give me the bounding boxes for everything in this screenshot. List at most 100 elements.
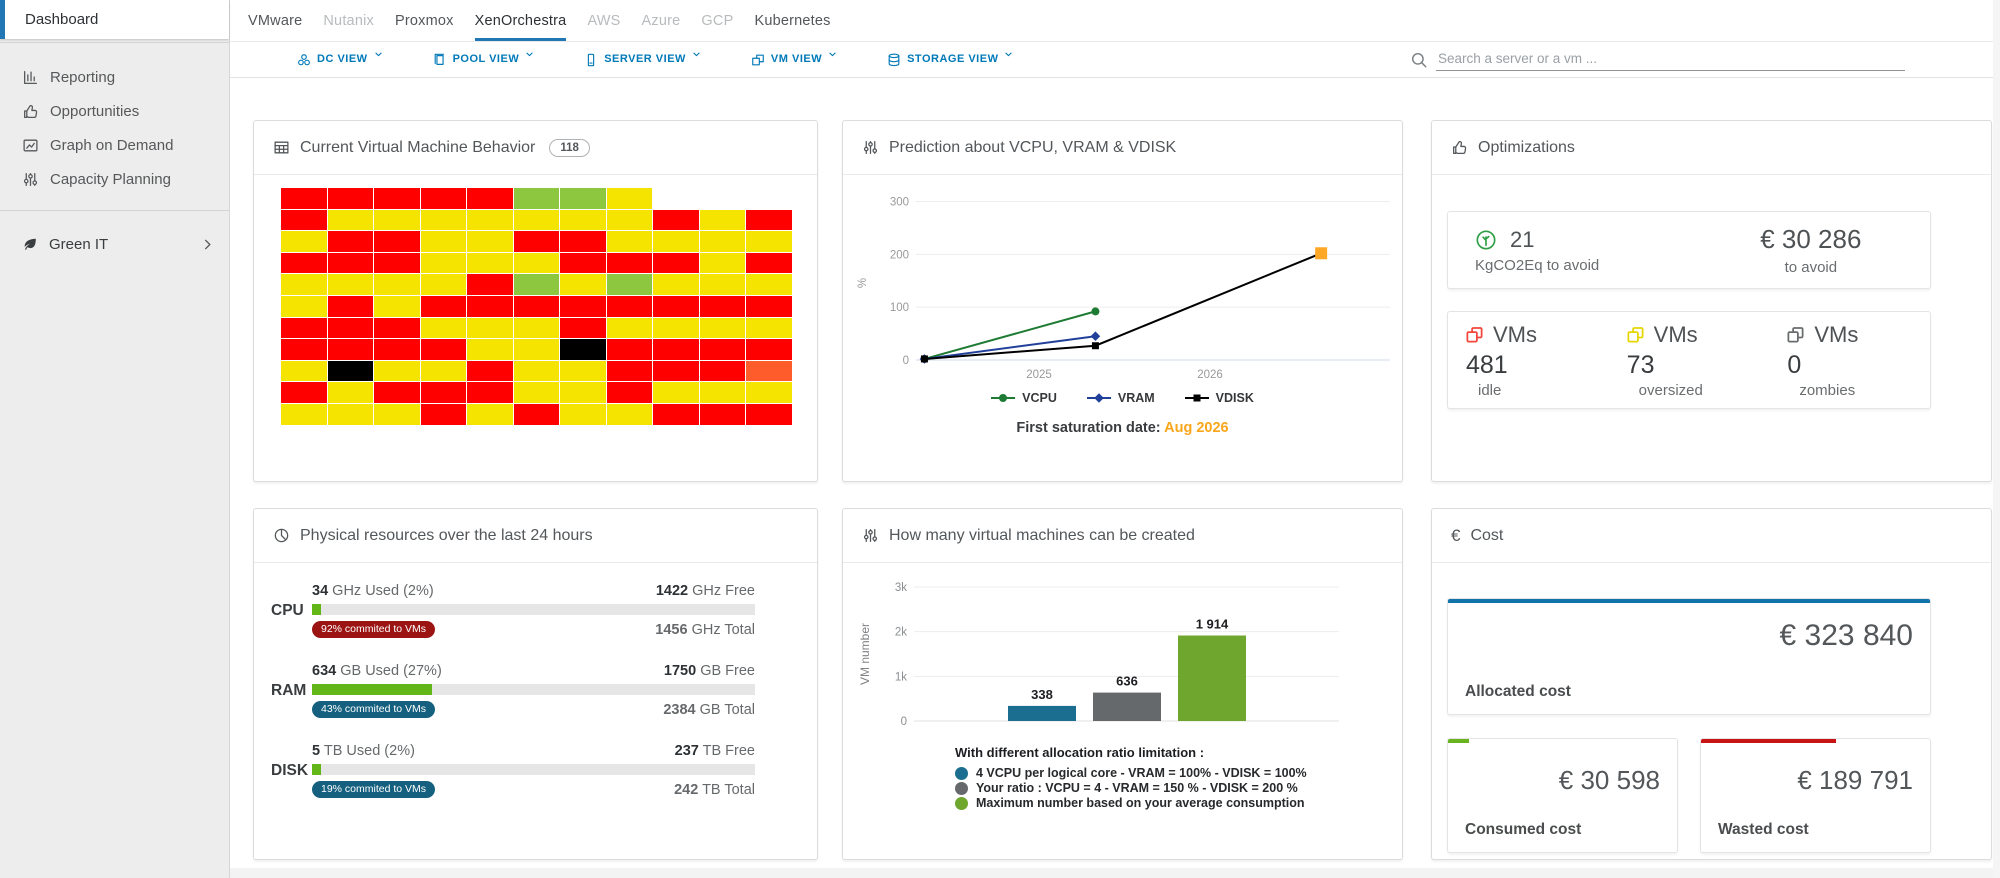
heatmap-cell[interactable] [421, 339, 467, 360]
heatmap-cell[interactable] [700, 361, 746, 382]
heatmap-cell[interactable] [421, 382, 467, 403]
heatmap-cell[interactable] [560, 404, 606, 425]
heatmap-cell[interactable] [514, 382, 560, 403]
heatmap-cell[interactable] [653, 361, 699, 382]
tab-kubernetes[interactable]: Kubernetes [754, 0, 830, 41]
heatmap-cell[interactable] [328, 253, 374, 274]
heatmap-cell[interactable] [653, 231, 699, 252]
heatmap-cell[interactable] [607, 339, 653, 360]
heatmap-cell[interactable] [514, 404, 560, 425]
heatmap-cell[interactable] [514, 318, 560, 339]
heatmap-cell[interactable] [514, 361, 560, 382]
heatmap-cell[interactable] [328, 296, 374, 317]
legend-item-vcpu[interactable]: VCPU [991, 391, 1057, 405]
heatmap-cell[interactable] [653, 318, 699, 339]
heatmap-cell[interactable] [607, 210, 653, 231]
heatmap-cell[interactable] [653, 253, 699, 274]
heatmap-cell[interactable] [421, 274, 467, 295]
tab-proxmox[interactable]: Proxmox [395, 0, 454, 41]
heatmap-cell[interactable] [700, 210, 746, 231]
tab-gcp[interactable]: GCP [701, 0, 733, 41]
search-input[interactable] [1436, 49, 1905, 71]
heatmap-cell[interactable] [328, 231, 374, 252]
heatmap-cell[interactable] [560, 210, 606, 231]
legend-item-vdisk[interactable]: VDISK [1185, 391, 1254, 405]
sidebar-item-reporting[interactable]: Reporting [0, 60, 229, 94]
heatmap-cell[interactable] [281, 274, 327, 295]
heatmap-cell[interactable] [281, 231, 327, 252]
heatmap-cell[interactable] [653, 274, 699, 295]
heatmap-cell[interactable] [467, 339, 513, 360]
heatmap-cell[interactable] [467, 210, 513, 231]
heatmap-cell[interactable] [328, 382, 374, 403]
heatmap-cell[interactable] [374, 253, 420, 274]
heatmap-cell[interactable] [607, 361, 653, 382]
heatmap-cell[interactable] [281, 253, 327, 274]
heatmap-cell[interactable] [653, 296, 699, 317]
heatmap-cell[interactable] [467, 382, 513, 403]
heatmap-cell[interactable] [281, 318, 327, 339]
heatmap-cell[interactable] [607, 382, 653, 403]
heatmap-cell[interactable] [328, 361, 374, 382]
heatmap-cell[interactable] [653, 382, 699, 403]
heatmap-cell[interactable] [746, 318, 792, 339]
heatmap-cell[interactable] [514, 296, 560, 317]
legend-item-vram[interactable]: VRAM [1087, 391, 1155, 405]
heatmap-cell[interactable] [746, 231, 792, 252]
sidebar-item-green-it[interactable]: Green IT [0, 227, 229, 261]
tab-nutanix[interactable]: Nutanix [323, 0, 374, 41]
vm-creation-chart[interactable]: 01k2k3kVM number3386361 914 [843, 563, 1402, 733]
heatmap-cell[interactable] [374, 339, 420, 360]
heatmap-cell[interactable] [700, 382, 746, 403]
heatmap-cell[interactable] [607, 274, 653, 295]
heatmap-cell[interactable] [560, 382, 606, 403]
heatmap-cell[interactable] [607, 404, 653, 425]
heatmap-cell[interactable] [328, 274, 374, 295]
saturation-point[interactable] [1315, 247, 1327, 259]
prediction-chart[interactable]: 0100200300%20252026 [843, 175, 1402, 387]
heatmap-cell[interactable] [560, 318, 606, 339]
heatmap-cell[interactable] [607, 188, 653, 209]
heatmap-cell[interactable] [700, 231, 746, 252]
heatmap-cell[interactable] [746, 382, 792, 403]
heatmap-cell[interactable] [700, 339, 746, 360]
heatmap-cell[interactable] [746, 296, 792, 317]
heatmap-cell[interactable] [514, 274, 560, 295]
heatmap-cell[interactable] [560, 231, 606, 252]
heatmap-cell[interactable] [328, 210, 374, 231]
heatmap-cell[interactable] [560, 361, 606, 382]
heatmap-cell[interactable] [746, 361, 792, 382]
view-link-server-view[interactable]: SERVER VIEW [584, 53, 701, 67]
heatmap-cell[interactable] [281, 188, 327, 209]
heatmap-cell[interactable] [653, 339, 699, 360]
sidebar-item-opportunities[interactable]: Opportunities [0, 94, 229, 128]
heatmap-cell[interactable] [700, 296, 746, 317]
heatmap-cell[interactable] [514, 188, 560, 209]
heatmap-cell[interactable] [560, 339, 606, 360]
heatmap-cell[interactable] [607, 318, 653, 339]
heatmap-cell[interactable] [374, 404, 420, 425]
heatmap-cell[interactable] [328, 188, 374, 209]
heatmap-cell[interactable] [281, 296, 327, 317]
heatmap-cell[interactable] [374, 231, 420, 252]
heatmap-cell[interactable] [607, 296, 653, 317]
heatmap-cell[interactable] [421, 296, 467, 317]
heatmap-cell[interactable] [560, 296, 606, 317]
heatmap-cell[interactable] [467, 318, 513, 339]
heatmap-cell[interactable] [514, 231, 560, 252]
data-point[interactable] [921, 355, 928, 362]
heatmap-cell[interactable] [328, 404, 374, 425]
heatmap-cell[interactable] [700, 318, 746, 339]
sidebar-item-capacity-planning[interactable]: Capacity Planning [0, 162, 229, 196]
heatmap-cell[interactable] [514, 339, 560, 360]
heatmap-cell[interactable] [374, 296, 420, 317]
heatmap-cell[interactable] [746, 210, 792, 231]
bar-338[interactable] [1008, 706, 1076, 721]
heatmap-cell[interactable] [421, 361, 467, 382]
view-link-pool-view[interactable]: POOL VIEW [433, 53, 535, 67]
heatmap-cell[interactable] [328, 339, 374, 360]
heatmap-cell[interactable] [700, 274, 746, 295]
vm-stat-zombies[interactable]: VMs0zombies [1769, 322, 1930, 399]
heatmap-cell[interactable] [514, 253, 560, 274]
vm-stat-idle[interactable]: VMs481idle [1448, 322, 1609, 399]
